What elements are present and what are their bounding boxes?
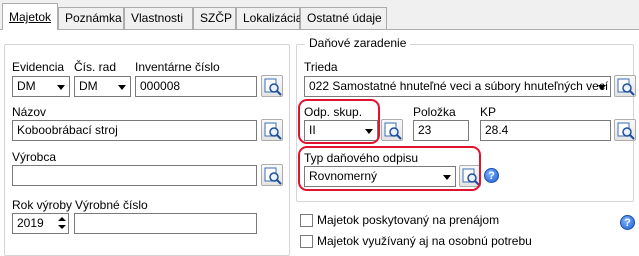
tab-label: Poznámka — [65, 11, 122, 25]
rok-vyroby-spinner[interactable]: 2019 — [12, 213, 69, 234]
spin-up-icon — [58, 217, 66, 221]
rok-vyroby-value: 2019 — [17, 216, 44, 230]
typ-odpisu-highlight — [298, 146, 481, 191]
tab-label: Ostatné údaje — [307, 11, 382, 25]
nazov-lookup-button[interactable] — [261, 119, 283, 141]
tab-label: Lokalizácia — [243, 11, 303, 25]
kp-lookup-button[interactable] — [614, 119, 636, 141]
odp-skup-lookup-button[interactable] — [381, 119, 403, 141]
lookup-icon — [617, 78, 635, 96]
vyrobca-label: Výrobca — [12, 150, 57, 164]
spin-down-icon — [58, 225, 66, 229]
prenajom-checkbox[interactable] — [300, 214, 313, 227]
help-icon[interactable]: ? — [484, 168, 499, 183]
evidencia-label: Evidencia — [12, 60, 65, 74]
inventarne-cislo-label: Inventárne číslo — [135, 60, 220, 74]
tab-label: Vlastnosti — [131, 11, 184, 25]
kp-label: KP — [480, 105, 497, 119]
evidencia-select[interactable]: DM — [12, 76, 70, 97]
tab-ostatne-udaje[interactable]: Ostatné údaje — [300, 7, 387, 29]
polozka-label: Položka — [413, 105, 456, 119]
trieda-lookup-button[interactable] — [614, 75, 636, 97]
vyrobne-cislo-field[interactable] — [74, 213, 257, 234]
tab-szcp[interactable]: SZČP — [193, 7, 236, 29]
nazov-label: Názov — [12, 105, 47, 119]
vyrobca-lookup-button[interactable] — [261, 164, 283, 186]
osobna-potreba-checkbox[interactable] — [300, 235, 313, 248]
osobna-potreba-label[interactable]: Majetok využívaný aj na osobnú potrebu — [317, 234, 532, 248]
tab-poznamka[interactable]: Poznámka — [58, 7, 124, 29]
prenajom-label[interactable]: Majetok poskytovaný na prenájom — [317, 213, 499, 227]
trieda-value: 022 Samostatné hnuteľné veci a súbory hn… — [309, 79, 609, 93]
inventarne-cislo-value: 000008 — [140, 79, 181, 93]
lookup-icon — [384, 122, 402, 140]
tab-label: Majetok — [9, 10, 52, 24]
tab-majetok[interactable]: Majetok — [2, 3, 58, 30]
evidencia-value: DM — [17, 79, 36, 93]
help-icon[interactable]: ? — [620, 215, 635, 230]
cis-rad-select[interactable]: DM — [74, 76, 131, 97]
nazov-value: Koboobrábací stroj — [17, 123, 118, 137]
vyrobca-field[interactable] — [12, 165, 257, 186]
tab-vlastnosti[interactable]: Vlastnosti — [124, 7, 193, 29]
chevron-down-icon — [118, 85, 126, 90]
tab-label: SZČP — [200, 11, 233, 25]
polozka-field[interactable]: 23 — [413, 120, 469, 141]
kp-field[interactable]: 28.4 — [480, 120, 611, 141]
chevron-down-icon — [598, 85, 606, 90]
rok-vyroby-label: Rok výroby — [12, 198, 73, 212]
kp-value: 28.4 — [485, 123, 509, 137]
tab-lokalizacia[interactable]: Lokalizácia — [236, 7, 303, 29]
inventarne-lookup-button[interactable] — [261, 75, 283, 97]
inventarne-cislo-field[interactable]: 000008 — [135, 76, 257, 97]
odp-skup-highlight — [298, 99, 380, 144]
trieda-label: Trieda — [304, 60, 338, 74]
spinner-arrows[interactable] — [56, 214, 68, 233]
lookup-icon — [617, 122, 635, 140]
trieda-select[interactable]: 022 Samostatné hnuteľné veci a súbory hn… — [304, 76, 611, 97]
lookup-icon — [264, 167, 282, 185]
vyrobne-cislo-label: Výrobné číslo — [75, 198, 148, 212]
lookup-icon — [264, 122, 282, 140]
cis-rad-value: DM — [79, 79, 98, 93]
cis-rad-label: Čís. rad — [74, 60, 117, 74]
tax-group-title: Daňové zaradenie — [305, 36, 411, 50]
chevron-down-icon — [57, 85, 65, 90]
nazov-field[interactable]: Koboobrábací stroj — [12, 120, 257, 141]
lookup-icon — [264, 78, 282, 96]
tab-bar: Majetok Poznámka Vlastnosti SZČP Lokaliz… — [0, 0, 639, 30]
polozka-value: 23 — [418, 123, 432, 137]
